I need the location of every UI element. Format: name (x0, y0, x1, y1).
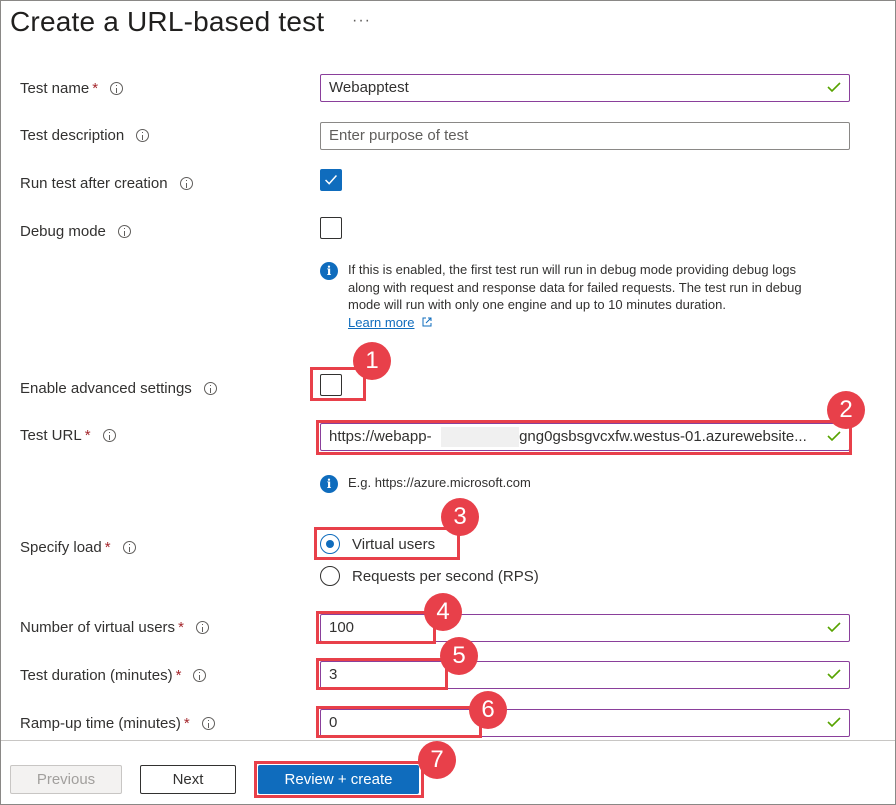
ramp-up-label-text: Ramp-up time (minutes) (20, 715, 181, 732)
debug-mode-label-text: Debug mode (20, 223, 106, 240)
duration-input[interactable]: 3 (320, 661, 850, 689)
test-description-placeholder: Enter purpose of test (329, 127, 469, 144)
enable-advanced-checkbox[interactable] (320, 374, 342, 396)
info-filled-icon: i (320, 475, 338, 493)
specify-load-label-text: Specify load (20, 539, 102, 556)
required-marker: * (183, 715, 190, 732)
step-badge-3: 3 (441, 498, 479, 536)
checkmark-icon (827, 622, 841, 632)
virtual-users-input[interactable]: 100 (320, 614, 850, 642)
ramp-up-value: 0 (329, 714, 338, 731)
next-button[interactable]: Next (140, 765, 236, 794)
virtual-users-label-text: Number of virtual users (20, 619, 176, 636)
redacted-region (441, 427, 519, 447)
step-badge-7: 7 (418, 741, 456, 779)
debug-info-text: If this is enabled, the first test run w… (348, 262, 802, 312)
external-link-icon[interactable] (421, 316, 433, 328)
step-badge-6: 6 (469, 691, 507, 729)
info-icon[interactable] (201, 717, 215, 730)
footer-divider (1, 740, 895, 741)
info-icon[interactable] (195, 621, 209, 634)
test-url-input[interactable]: https://webapp- ugng0gsbsgvcxfw.westus-0… (320, 423, 850, 451)
url-example-text: E.g. https://azure.microsoft.com (348, 475, 531, 490)
step-badge-5: 5 (440, 637, 478, 675)
more-options-button[interactable]: ··· (352, 12, 371, 30)
test-description-input[interactable]: Enter purpose of test (320, 122, 850, 150)
specify-load-label: Specify load * (20, 539, 136, 556)
test-description-label: Test description (20, 127, 150, 144)
review-create-button[interactable]: Review + create (258, 765, 419, 794)
info-icon[interactable] (136, 129, 150, 142)
debug-mode-label: Debug mode (20, 223, 131, 240)
info-icon[interactable] (193, 669, 207, 682)
info-icon[interactable] (179, 177, 193, 190)
test-description-label-text: Test description (20, 127, 125, 144)
checkmark-icon (827, 717, 841, 727)
page-title: Create a URL-based test (10, 6, 325, 37)
checkbox-check-icon (325, 174, 337, 185)
radio-rps[interactable]: Requests per second (RPS) (320, 566, 539, 586)
radio-virtual-users-label: Virtual users (352, 535, 436, 553)
radio-rps-label: Requests per second (RPS) (352, 567, 539, 585)
required-marker: * (84, 427, 91, 444)
info-icon[interactable] (102, 429, 116, 442)
debug-mode-checkbox[interactable] (320, 217, 342, 239)
step-badge-2: 2 (827, 391, 865, 429)
run-after-creation-label-text: Run test after creation (20, 175, 168, 192)
ramp-up-input[interactable]: 0 (320, 709, 850, 737)
enable-advanced-label-text: Enable advanced settings (20, 380, 192, 397)
radio-virtual-users[interactable]: Virtual users (320, 534, 435, 554)
duration-label-text: Test duration (minutes) (20, 667, 173, 684)
learn-more-link[interactable]: Learn more (348, 315, 414, 330)
info-icon[interactable] (122, 541, 136, 554)
checkmark-icon (827, 669, 841, 679)
required-marker: * (178, 619, 184, 636)
test-url-value: https://webapp- ugng0gsbsgvcxfw.westus-0… (329, 428, 807, 445)
virtual-users-value: 100 (329, 619, 355, 636)
test-url-label-text: Test URL (20, 427, 82, 444)
previous-button[interactable]: Previous (10, 765, 122, 794)
info-filled-icon: i (320, 262, 338, 280)
info-icon[interactable] (117, 225, 131, 238)
test-name-label-text: Test name (20, 80, 90, 97)
checkmark-icon (827, 82, 841, 92)
test-url-label: Test URL * (20, 427, 116, 444)
required-marker: * (104, 539, 111, 556)
duration-value: 3 (329, 666, 338, 683)
duration-label: Test duration (minutes) * (20, 667, 207, 684)
step-badge-1: 1 (353, 342, 391, 380)
checkmark-icon (827, 431, 841, 441)
debug-mode-info: i If this is enabled, the first test run… (320, 261, 820, 331)
radio-unselected-icon (320, 566, 340, 586)
test-name-label: Test name * (20, 80, 124, 97)
ramp-up-label: Ramp-up time (minutes) * (20, 715, 215, 732)
test-name-input[interactable]: Webapptest (320, 74, 850, 102)
required-marker: * (175, 667, 182, 684)
info-icon[interactable] (110, 82, 124, 95)
enable-advanced-label: Enable advanced settings (20, 380, 217, 397)
step-badge-4: 4 (424, 593, 462, 631)
required-marker: * (92, 80, 99, 97)
run-after-creation-checkbox[interactable] (320, 169, 342, 191)
run-after-creation-label: Run test after creation (20, 175, 193, 192)
url-example: i E.g. https://azure.microsoft.com (320, 474, 531, 493)
info-icon[interactable] (203, 382, 217, 395)
test-name-value: Webapptest (329, 79, 409, 96)
virtual-users-label: Number of virtual users * (20, 619, 209, 636)
radio-selected-icon (320, 534, 340, 554)
